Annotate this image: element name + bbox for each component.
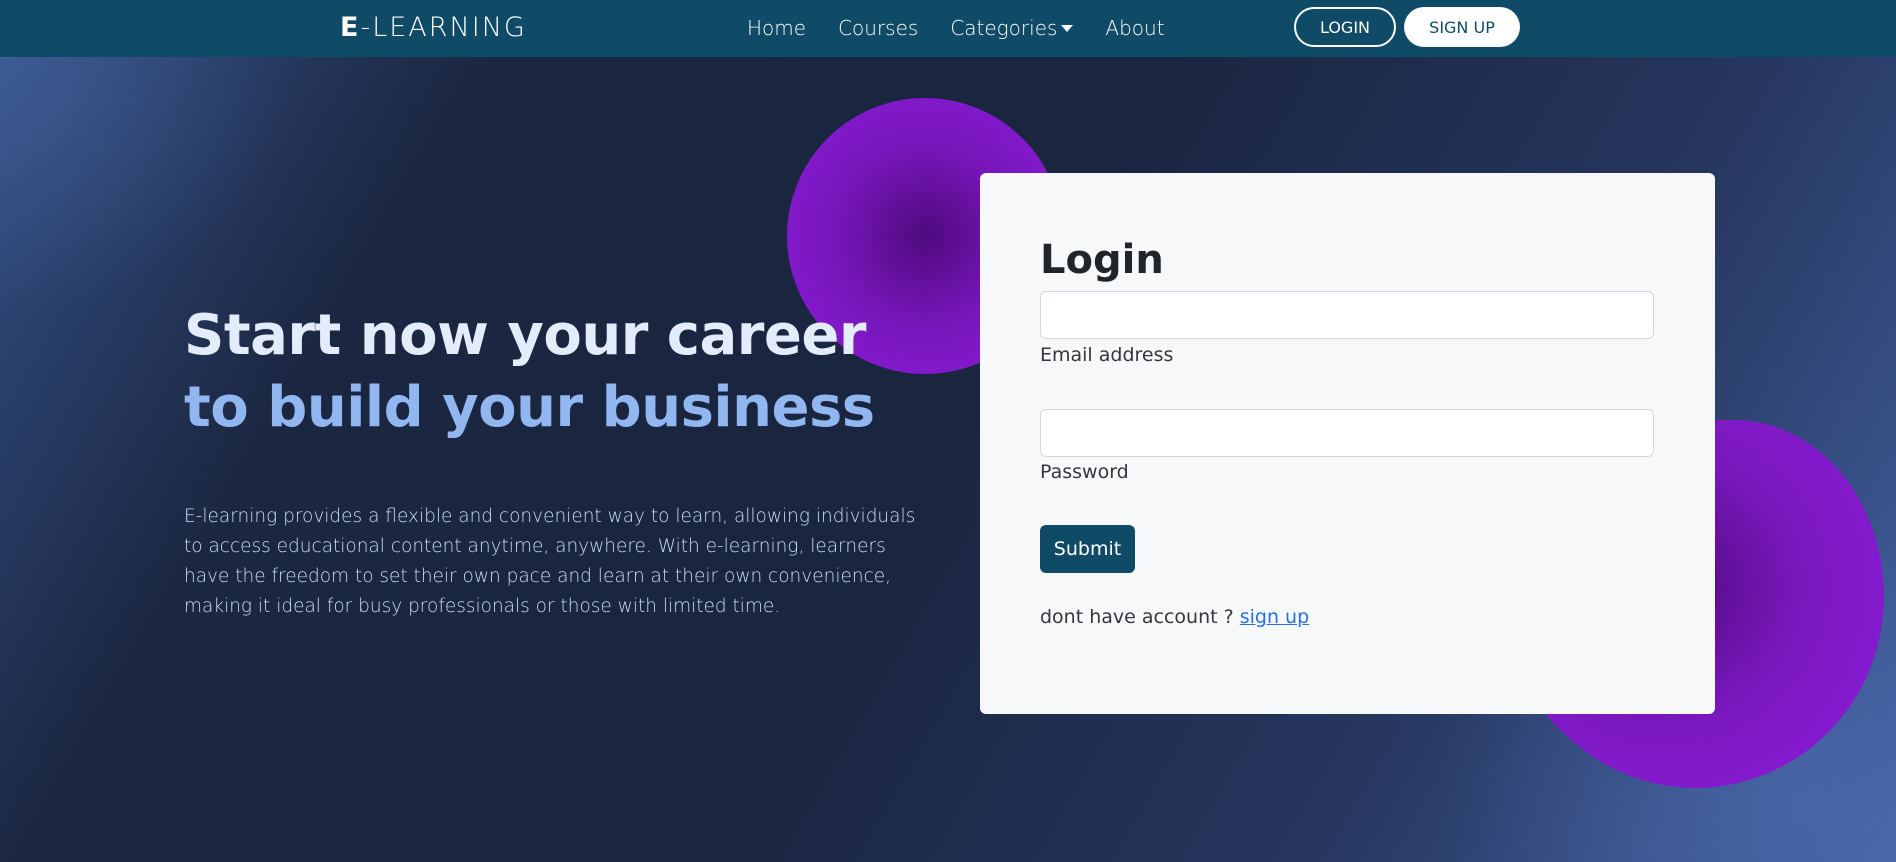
brand-logo-initial: E (340, 12, 361, 43)
password-field[interactable] (1040, 409, 1654, 457)
nav-link-categories[interactable]: Categories (950, 16, 1074, 40)
hero-title-line1: Start now your career (184, 303, 866, 368)
signup-prompt-text: dont have account ? (1040, 606, 1240, 628)
hero-title-line2: to build your business (184, 375, 875, 440)
login-card: Login Email address Password Submit dont… (980, 173, 1715, 714)
login-title: Login (1040, 237, 1164, 283)
hero-title: Start now your career to build your busi… (184, 300, 875, 444)
login-button[interactable]: LOGIN (1294, 7, 1396, 47)
hero-description: E-learning provides a flexible and conve… (184, 506, 916, 617)
signup-link[interactable]: sign up (1240, 606, 1309, 628)
password-label: Password (1040, 461, 1129, 483)
nav-link-categories-label: Categories (950, 16, 1058, 40)
email-label: Email address (1040, 344, 1174, 366)
email-field[interactable] (1040, 291, 1654, 339)
nav-link-about[interactable]: About (1105, 16, 1164, 40)
signup-prompt: dont have account ? sign up (1040, 606, 1309, 628)
signup-button[interactable]: SIGN UP (1404, 7, 1520, 47)
nav-link-home[interactable]: Home (747, 16, 806, 40)
submit-button[interactable]: Submit (1040, 525, 1135, 573)
caret-down-icon (1061, 25, 1074, 32)
navbar: E-LEARNING Home Courses Categories About… (0, 0, 1896, 57)
nav-link-courses[interactable]: Courses (838, 16, 918, 40)
nav-links: Home Courses Categories About (747, 16, 1197, 40)
brand-logo-text: -LEARNING (360, 12, 527, 43)
brand-logo[interactable]: E-LEARNING (340, 12, 527, 43)
